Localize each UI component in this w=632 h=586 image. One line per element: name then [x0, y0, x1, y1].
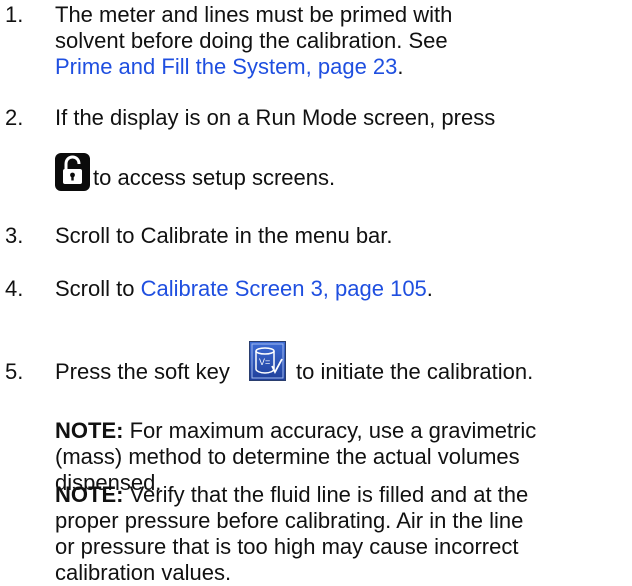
note-label: NOTE:: [55, 418, 124, 443]
step-text: If the display is on a Run Mode screen, …: [55, 105, 632, 131]
calibrate-screen-link[interactable]: Calibrate Screen 3, page 105: [141, 276, 427, 301]
note-line: calibration values.: [55, 560, 232, 585]
note-text: For maximum accuracy, use a gravimetric: [123, 418, 537, 443]
svg-text:V=: V=: [259, 357, 270, 367]
prime-fill-link[interactable]: Prime and Fill the System, page 23: [55, 54, 397, 79]
calibrate-softkey-icon: V=: [249, 341, 286, 381]
note-line: (mass) method to determine the actual vo…: [55, 444, 520, 469]
unlock-key-icon: [55, 153, 90, 191]
note-line: or pressure that is too high may cause i…: [55, 534, 519, 559]
step-line-end: .: [426, 276, 433, 301]
step-number: 5.: [5, 359, 24, 384]
step-number: 2.: [5, 105, 24, 130]
step-text: Scroll to Calibrate in the menu bar.: [55, 223, 632, 249]
step-number: 3.: [5, 223, 24, 248]
step-line: Scroll to Calibrate in the menu bar.: [55, 223, 393, 248]
step-line: to initiate the calibration.: [296, 359, 534, 384]
step-line: Scroll to Calibrate Screen 3, page 105.: [55, 276, 632, 302]
note-label: NOTE:: [55, 482, 124, 507]
note-line: NOTE: For maximum accuracy, use a gravim…: [55, 418, 632, 444]
step-text-continued: to initiate the calibration.: [296, 359, 632, 385]
note-line: NOTE: Verify that the fluid line is fill…: [55, 482, 632, 508]
note-verify-line: NOTE: Verify that the fluid line is fill…: [55, 482, 632, 586]
step-line: solvent before doing the calibration. Se…: [55, 28, 448, 53]
step-line: The meter and lines must be primed with: [55, 2, 453, 27]
step-text: Scroll to Calibrate Screen 3, page 105.: [55, 276, 632, 302]
step-text-continued: to access setup screens.: [93, 165, 632, 191]
step-line: to access setup screens.: [93, 165, 336, 190]
manual-page: 1. The meter and lines must be primed wi…: [0, 0, 632, 585]
note-text: Verify that the fluid line is filled and…: [123, 482, 529, 507]
step-line: If the display is on a Run Mode screen, …: [55, 105, 496, 130]
step-line: Prime and Fill the System, page 23.: [55, 54, 632, 80]
step-number: 4.: [5, 276, 24, 301]
step-text: The meter and lines must be primed with …: [55, 2, 632, 80]
step-line-end: .: [397, 54, 404, 79]
step-line-start: Scroll to: [55, 276, 141, 301]
note-line: proper pressure before calibrating. Air …: [55, 508, 524, 533]
step-number: 1.: [5, 2, 24, 27]
